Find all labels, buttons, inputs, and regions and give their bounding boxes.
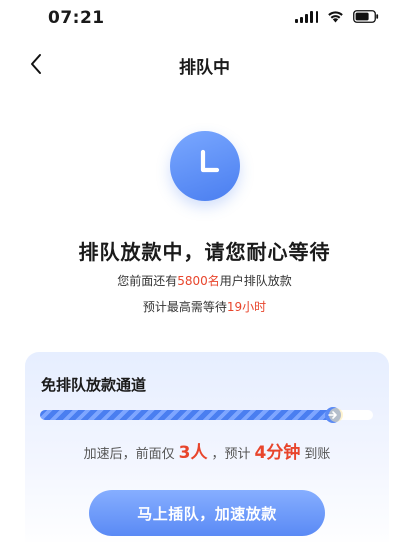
battery-icon <box>353 10 379 23</box>
accel-mid: ，预计 <box>211 447 251 462</box>
queue-wait-time: 19小时 <box>226 300 267 314</box>
progress-knob-icon <box>322 404 344 426</box>
nav-bar: 排队中 <box>0 44 409 84</box>
status-time: 07:21 <box>48 8 105 28</box>
fast-lane-progress <box>40 407 373 423</box>
clock-icon <box>170 131 240 201</box>
queue-title: 排队放款中，请您耐心等待 <box>78 240 331 264</box>
queue-count-suffix: 用户排队放款 <box>219 274 292 288</box>
page-title: 排队中 <box>179 58 230 78</box>
speed-up-button[interactable]: 马上插队，加速放款 <box>89 490 325 536</box>
queue-count-prefix: 您前面还有 <box>117 274 178 288</box>
wifi-icon <box>327 10 344 23</box>
status-icons <box>295 10 379 23</box>
progress-fill <box>40 410 336 420</box>
accel-people: 3人 <box>178 443 208 463</box>
accel-suffix: 到账 <box>304 447 331 462</box>
fast-lane-card: 免排队放款通道 加速后，前面仅 3人 ，预计 4分钟 到账 马上插队，加速放款 <box>25 352 389 542</box>
accel-info-line: 加速后，前面仅 3人 ，预计 4分钟 到账 <box>25 438 389 463</box>
fast-lane-title: 免排队放款通道 <box>41 376 147 394</box>
signal-icon <box>295 10 318 23</box>
status-bar: 07:21 <box>0 0 409 36</box>
queue-wait-prefix: 预计最高需等待 <box>142 300 227 314</box>
queue-count-line: 您前面还有5800名用户排队放款 <box>0 272 409 289</box>
queue-wait-line: 预计最高需等待19小时 <box>0 298 409 315</box>
accel-prefix: 加速后，前面仅 <box>83 447 175 462</box>
accel-time: 4分钟 <box>254 443 301 463</box>
queue-count: 5800名 <box>177 274 220 288</box>
